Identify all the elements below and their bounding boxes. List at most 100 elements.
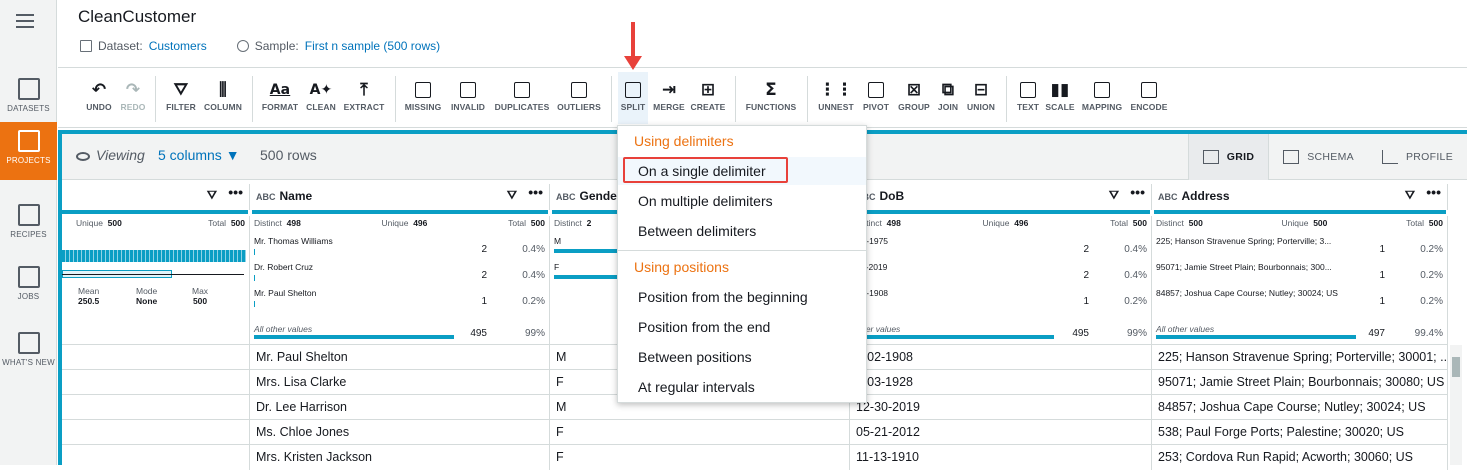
cell-address[interactable]: 538; Paul Forge Ports; Palestine; 30020;… (1152, 420, 1448, 445)
table-row[interactable]: Ms. Chloe Jones F 05-21-2012 538; Paul F… (62, 419, 1448, 445)
cell-address[interactable]: 225; Hanson Stravenue Spring; Portervill… (1152, 345, 1448, 370)
redo-button[interactable]: ↷ REDO (118, 78, 148, 112)
stat-value: 496 (413, 218, 428, 228)
other-values-row[interactable]: other values 495 99% (854, 324, 1147, 344)
value-row[interactable]: 225; Hanson Stravenue Spring; Portervill… (1156, 236, 1443, 262)
cell-dob[interactable]: 5-03-1928 (850, 370, 1152, 395)
menu-item-between-positions[interactable]: Between positions (618, 343, 866, 371)
column-header-address[interactable]: ABC Address ⛛ ••• (1152, 184, 1448, 210)
format-button[interactable]: Aa FORMAT (260, 78, 300, 112)
cell-dob[interactable]: 11-13-1910 (850, 445, 1152, 470)
filter-icon[interactable]: ⛛ (1405, 188, 1415, 203)
nav-projects[interactable]: PROJECTS (0, 122, 57, 180)
tab-schema[interactable]: SCHEMA (1269, 134, 1368, 180)
value-row[interactable]: -02-1908 1 0.2% (854, 288, 1147, 314)
cell-gender[interactable]: F (550, 420, 850, 445)
menu-item-between-delimiters[interactable]: Between delimiters (618, 217, 866, 245)
value-row[interactable]: 95071; Jamie Street Plain; Bourbonnais; … (1156, 262, 1443, 288)
value-row[interactable]: -11-2019 2 0.4% (854, 262, 1147, 288)
column-header-first[interactable]: ⛛ ••• (62, 184, 250, 210)
cell-name[interactable]: Ms. Chloe Jones (250, 420, 550, 445)
value-row[interactable]: 84857; Joshua Cape Course; Nutley; 30024… (1156, 288, 1443, 314)
menu-item-regular-intervals[interactable]: At regular intervals (618, 373, 866, 401)
cell-name[interactable]: Mrs. Lisa Clarke (250, 370, 550, 395)
quality-bar (252, 210, 548, 214)
nav-recipes[interactable]: RECIPES (0, 196, 57, 258)
other-values-row[interactable]: All other values 495 99% (254, 324, 545, 344)
dataset-link[interactable]: Customers (149, 39, 207, 53)
more-icon[interactable]: ••• (528, 184, 543, 200)
more-icon[interactable]: ••• (1426, 184, 1441, 200)
menu-item-position-end[interactable]: Position from the end (618, 313, 866, 341)
invalid-button[interactable]: INVALID (448, 78, 488, 112)
split-button[interactable]: SPLIT (618, 72, 648, 124)
columns-dropdown[interactable]: 5 columns ▼ (158, 147, 240, 163)
cell-address[interactable]: 84857; Joshua Cape Course; Nutley; 30024… (1152, 395, 1448, 420)
union-button[interactable]: ⊟ UNION (964, 78, 998, 112)
value-row[interactable]: Mr. Thomas Williams 2 0.4% (254, 236, 545, 262)
cell-dob[interactable]: 05-21-2012 (850, 420, 1152, 445)
duplicates-button[interactable]: DUPLICATES (492, 78, 552, 112)
more-icon[interactable]: ••• (1130, 184, 1145, 200)
cell-name[interactable]: Dr. Lee Harrison (250, 395, 550, 420)
clean-label: CLEAN (306, 102, 336, 112)
cell-dob[interactable]: 12-30-2019 (850, 395, 1152, 420)
join-button[interactable]: ⧉ JOIN (934, 78, 962, 112)
eye-icon (76, 152, 90, 161)
group-button[interactable]: ⊠ GROUP (896, 78, 932, 112)
mean-stat: Mean 250.5 (78, 286, 100, 306)
table-row[interactable]: Mrs. Kristen Jackson F 11-13-1910 253; C… (62, 444, 1448, 470)
vertical-scrollbar[interactable] (1450, 345, 1462, 465)
value-row[interactable]: Dr. Robert Cruz 2 0.4% (254, 262, 545, 288)
menu-icon[interactable] (16, 14, 34, 30)
cell-name[interactable]: Mrs. Kristen Jackson (250, 445, 550, 470)
menu-item-multiple-delimiters[interactable]: On multiple delimiters (618, 187, 866, 215)
extract-button[interactable]: ⤒ EXTRACT (342, 78, 386, 112)
create-button[interactable]: ⊞ CREATE (689, 78, 727, 112)
functions-button[interactable]: Σ FUNCTIONS (743, 78, 799, 112)
value-row[interactable]: Mr. Paul Shelton 1 0.2% (254, 288, 545, 314)
text-button[interactable]: TEXT (1014, 78, 1042, 112)
menu-item-position-beginning[interactable]: Position from the beginning (618, 283, 866, 311)
value-row[interactable]: -29-1975 2 0.4% (854, 236, 1147, 262)
filter-icon[interactable]: ⛛ (507, 188, 517, 203)
filter-icon[interactable]: ⛛ (1109, 188, 1119, 203)
encode-button[interactable]: ENCODE (1128, 78, 1170, 112)
extract-label: EXTRACT (343, 102, 385, 112)
filter-icon[interactable]: ⛛ (207, 188, 217, 203)
cell-dob[interactable]: 1-02-1908 (850, 345, 1152, 370)
outliers-button[interactable]: OUTLIERS (554, 78, 604, 112)
nav-datasets-label: DATASETS (7, 104, 50, 113)
column-button[interactable]: ⫼ COLUMN (202, 78, 244, 112)
pivot-button[interactable]: PIVOT (860, 78, 892, 112)
missing-button[interactable]: MISSING (402, 78, 444, 112)
more-icon[interactable]: ••• (228, 184, 243, 200)
clean-button[interactable]: A✦ CLEAN (304, 78, 338, 112)
mapping-button[interactable]: MAPPING (1078, 78, 1126, 112)
column-label: COLUMN (204, 102, 242, 112)
column-header-name[interactable]: ABC Name ⛛ ••• (250, 184, 550, 210)
cell-name[interactable]: Mr. Paul Shelton (250, 345, 550, 370)
missing-icon (415, 82, 431, 98)
merge-button[interactable]: ⇥ MERGE (651, 78, 687, 112)
quality-bar (62, 210, 248, 214)
recipe-icon (17, 204, 40, 226)
cell-address[interactable]: 253; Cordova Run Rapid; Acworth; 30060; … (1152, 445, 1448, 470)
nav-jobs[interactable]: JOBS (0, 258, 57, 320)
filter-icon: ⛛ (173, 80, 189, 100)
filter-button[interactable]: ⛛ FILTER (164, 78, 198, 112)
scale-button[interactable]: ▮▮ SCALE (1044, 78, 1076, 112)
other-values-row[interactable]: All other values 497 99.4% (1156, 324, 1443, 344)
box-plot-whisker (62, 274, 244, 275)
undo-button[interactable]: ↶ UNDO (84, 78, 114, 112)
scrollbar-thumb[interactable] (1452, 357, 1460, 377)
cell-gender[interactable]: F (550, 445, 850, 470)
column-header-dob[interactable]: ABCDoB ⛛••• (850, 184, 1152, 210)
cell-address[interactable]: 95071; Jamie Street Plain; Bourbonnais; … (1152, 370, 1448, 395)
unnest-button[interactable]: ⋮⋮ UNNEST (816, 78, 856, 112)
nav-whats-new[interactable]: WHAT'S NEW (0, 324, 57, 386)
nav-whats-new-label: WHAT'S NEW (2, 358, 55, 367)
sample-link[interactable]: First n sample (500 rows) (305, 39, 440, 53)
tab-grid[interactable]: GRID (1187, 134, 1270, 180)
tab-profile[interactable]: PROFILE (1368, 134, 1467, 180)
